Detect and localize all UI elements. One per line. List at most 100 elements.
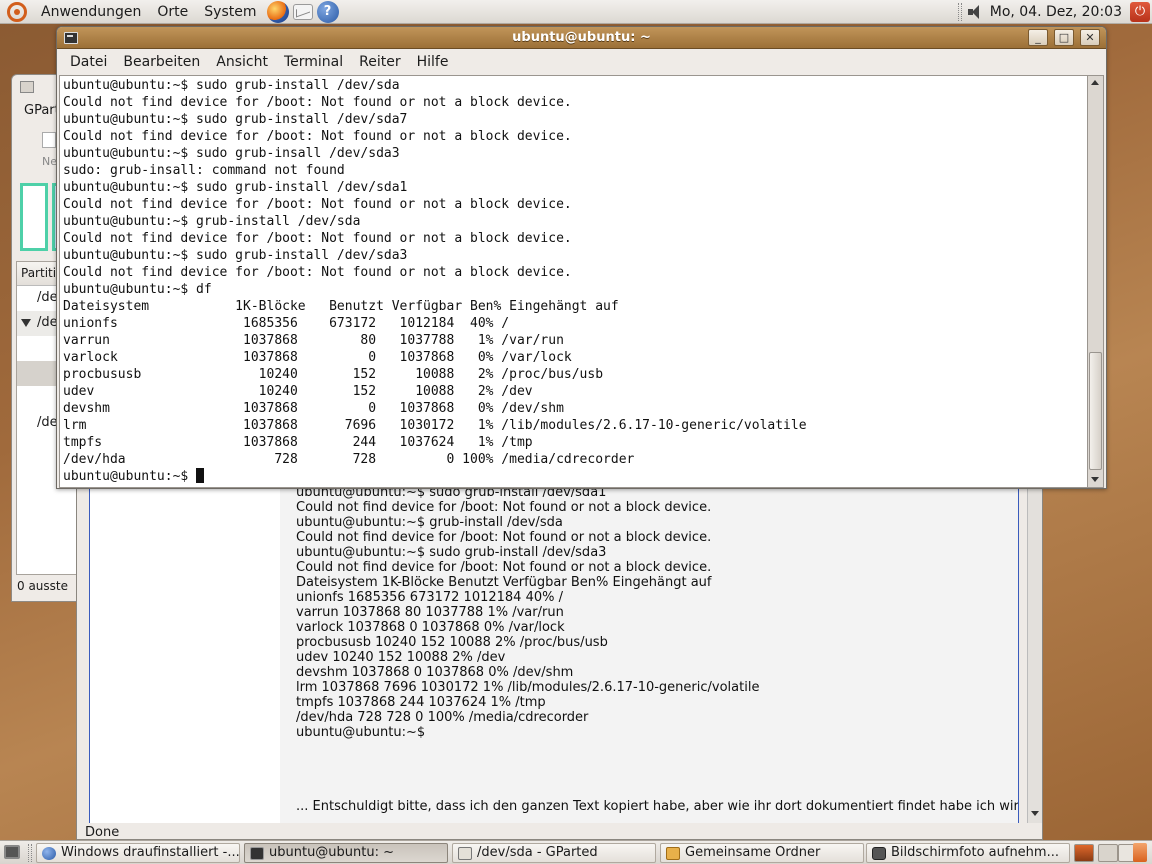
post-line: ubuntu@ubuntu:~$ (296, 725, 426, 740)
terminal-line: ubuntu@ubuntu:~$ sudo grub-install /dev/… (63, 78, 400, 93)
terminal-titlebar[interactable]: ubuntu@ubuntu: ~ _ □ ✕ (57, 27, 1106, 49)
new-icon[interactable] (42, 132, 56, 148)
post-line: ubuntu@ubuntu:~$ sudo grub-install /dev/… (296, 545, 607, 560)
workspace-switcher-1[interactable] (1074, 844, 1094, 862)
menu-terminal[interactable]: Terminal (276, 54, 351, 70)
post-line: Could not find device for /boot: Not fou… (296, 560, 712, 575)
taskbar-item-label: Gemeinsame Ordner (685, 845, 821, 860)
close-button[interactable]: ✕ (1080, 29, 1100, 46)
taskbar-item-browser[interactable]: Windows draufinstalliert -... (36, 843, 240, 863)
terminal-line: ubuntu@ubuntu:~$ sudo grub-install /dev/… (63, 180, 408, 195)
terminal-line: ubuntu@ubuntu:~$ sudo grub-install /dev/… (63, 248, 408, 263)
terminal-output[interactable]: ubuntu@ubuntu:~$ sudo grub-install /dev/… (59, 75, 1088, 488)
partition-graphic[interactable] (20, 183, 48, 251)
text-cursor (196, 468, 205, 483)
terminal-line: lrm 1037868 7696 1030172 1% /lib/modules… (63, 418, 807, 433)
panel-separator (957, 2, 962, 21)
post-note: ... Entschuldigt bitte, dass ich den gan… (296, 799, 1019, 814)
web-page: ubuntu@ubuntu:~$ sudo grub-install /dev/… (89, 471, 1019, 823)
terminal-line: ubuntu@ubuntu:~$ sudo grub-install /dev/… (63, 112, 408, 127)
terminal-line: Could not find device for /boot: Not fou… (63, 95, 572, 110)
menu-system[interactable]: System (196, 4, 264, 20)
taskbar-item-gparted[interactable]: /dev/sda - GParted (452, 843, 656, 863)
post-line: udev 10240 152 10088 2% /dev (296, 650, 506, 665)
taskbar-item-terminal[interactable]: ubuntu@ubuntu: ~ (244, 843, 448, 863)
bottom-panel: Windows draufinstalliert -... ubuntu@ubu… (0, 840, 1152, 864)
menu-applications[interactable]: Anwendungen (33, 4, 149, 20)
terminal-title: ubuntu@ubuntu: ~ (512, 30, 651, 45)
terminal-line: ubuntu@ubuntu:~$ sudo grub-insall /dev/s… (63, 146, 400, 161)
browser-window: ubuntu@ubuntu:~$ sudo grub-install /dev/… (76, 470, 1043, 840)
gparted-icon (458, 847, 472, 860)
terminal-line: sudo: grub-insall: command not found (63, 163, 345, 178)
post-line: devshm 1037868 0 1037868 0% /dev/shm (296, 665, 574, 680)
show-desktop-icon[interactable] (4, 845, 20, 859)
post-line: varlock 1037868 0 1037868 0% /var/lock (296, 620, 565, 635)
trash-icon[interactable] (1133, 843, 1147, 862)
firefox-icon (42, 847, 56, 860)
gparted-window-icon (20, 81, 34, 93)
ubuntu-logo-icon[interactable] (7, 1, 27, 22)
menu-reiter[interactable]: Reiter (351, 54, 408, 70)
post-line: unionfs 1685356 673172 1012184 40% / (296, 590, 563, 605)
terminal-line: varlock 1037868 0 1037868 0% /var/lock (63, 350, 572, 365)
scroll-up-arrow-icon[interactable] (1091, 80, 1099, 85)
post-line: lrm 1037868 7696 1030172 1% /lib/modules… (296, 680, 760, 695)
minimize-button[interactable]: _ (1028, 29, 1048, 46)
camera-icon (872, 847, 886, 860)
terminal-line: /dev/hda 728 728 0 100% /media/cdrecorde… (63, 452, 635, 467)
post-line: varrun 1037868 80 1037788 1% /var/run (296, 605, 564, 620)
terminal-line: Could not find device for /boot: Not fou… (63, 197, 572, 212)
taskbar-item-label: Bildschirmfoto aufnehm... (891, 845, 1059, 860)
taskbar-item-screenshot[interactable]: Bildschirmfoto aufnehm... (866, 843, 1070, 863)
scroll-down-arrow-icon[interactable] (1091, 477, 1099, 482)
browser-status-text: Done (85, 825, 120, 840)
gparted-menu[interactable]: GPart (24, 103, 60, 118)
mail-launcher-icon[interactable] (292, 3, 313, 20)
post-line: Dateisystem 1K-Blöcke Benutzt Verfügbar … (296, 575, 712, 590)
terminal-scrollbar[interactable] (1088, 75, 1104, 488)
firefox-launcher-icon[interactable] (266, 0, 289, 23)
post-line: tmpfs 1037868 244 1037624 1% /tmp (296, 695, 546, 710)
menu-hilfe[interactable]: Hilfe (409, 54, 457, 70)
menu-ansicht[interactable]: Ansicht (208, 54, 276, 70)
terminal-line: udev 10240 152 10088 2% /dev (63, 384, 533, 399)
clock[interactable]: Mo, 04. Dez, 20:03 (990, 4, 1130, 20)
scrollbar-thumb[interactable] (1089, 352, 1102, 470)
terminal-icon (250, 847, 264, 860)
taskbar-item-folder[interactable]: Gemeinsame Ordner (660, 843, 864, 863)
terminal-line: Could not find device for /boot: Not fou… (63, 231, 572, 246)
post-line: Could not find device for /boot: Not fou… (296, 500, 712, 515)
post-line: Could not find device for /boot: Not fou… (296, 530, 712, 545)
terminal-prompt-line[interactable]: ubuntu@ubuntu:~$ (63, 468, 1087, 485)
taskbar-item-label: Windows draufinstalliert -... (61, 845, 240, 860)
maximize-button[interactable]: □ (1054, 29, 1074, 46)
new-label: Ne (42, 155, 57, 168)
power-icon[interactable]: ⏻ (1130, 1, 1150, 22)
post-line: ubuntu@ubuntu:~$ grub-install /dev/sda (296, 515, 563, 530)
post-line: /dev/hda 728 728 0 100% /media/cdrecorde… (296, 710, 589, 725)
terminal-line: Could not find device for /boot: Not fou… (63, 265, 572, 280)
gparted-status: 0 ausste (17, 579, 68, 593)
scroll-down-arrow-icon[interactable] (1031, 811, 1039, 816)
terminal-line: devshm 1037868 0 1037868 0% /dev/shm (63, 401, 564, 416)
taskbar-item-label: /dev/sda - GParted (477, 845, 598, 860)
terminal-line: Dateisystem 1K-Blöcke Benutzt Verfügbar … (63, 299, 619, 314)
menu-datei[interactable]: Datei (62, 54, 115, 70)
menu-bearbeiten[interactable]: Bearbeiten (115, 54, 208, 70)
terminal-line: Could not find device for /boot: Not fou… (63, 129, 572, 144)
folder-icon (666, 847, 680, 860)
terminal-line: unionfs 1685356 673172 1012184 40% / (63, 316, 510, 331)
terminal-line: procbususb 10240 152 10088 2% /proc/bus/… (63, 367, 604, 382)
menu-places[interactable]: Orte (149, 4, 196, 20)
terminal-line: ubuntu@ubuntu:~$ df (63, 282, 212, 297)
workspace-switcher-2[interactable] (1098, 844, 1118, 862)
help-launcher-icon[interactable]: ? (316, 0, 339, 23)
terminal-line: varrun 1037868 80 1037788 1% /var/run (63, 333, 564, 348)
page-scrollbar[interactable] (1027, 471, 1042, 823)
terminal-prompt: ubuntu@ubuntu:~$ (63, 469, 197, 484)
terminal-menubar: Datei Bearbeiten Ansicht Terminal Reiter… (57, 50, 1106, 74)
expander-icon[interactable] (21, 319, 31, 327)
volume-icon[interactable] (967, 4, 984, 19)
terminal-window: ubuntu@ubuntu: ~ _ □ ✕ Datei Bearbeiten … (56, 26, 1107, 489)
